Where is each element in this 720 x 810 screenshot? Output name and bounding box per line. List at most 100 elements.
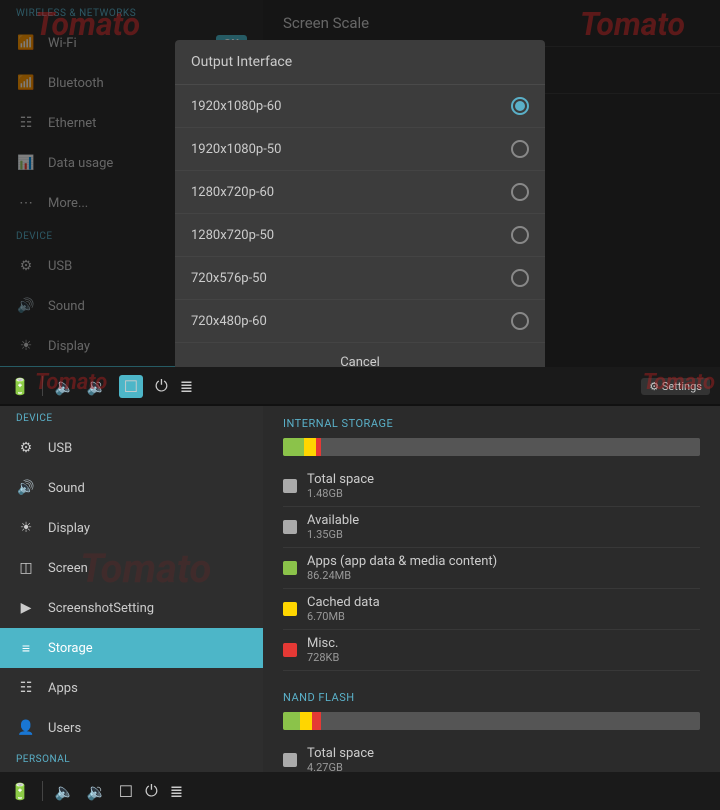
users-label: Users (48, 721, 81, 736)
storage-info-cached: Cached data 6.70MB (307, 595, 700, 623)
sidebar-item-sound-bottom[interactable]: 🔊 Sound (0, 468, 263, 508)
power-icon-bottom[interactable]: ⏻ (145, 781, 158, 801)
dialog-option-4[interactable]: 720x576p-50 (175, 257, 545, 300)
bottom-sidebar: DEVICE ⚙ USB 🔊 Sound ☀ Display ◫ Screen … (0, 405, 263, 810)
internal-storage-bar (283, 438, 700, 456)
radio-5[interactable] (511, 312, 529, 330)
radio-2[interactable] (511, 183, 529, 201)
storage-row-cached: Cached data 6.70MB (283, 589, 700, 630)
taskbar-top: 🔋 🔈 🔉 ☐ ⏻ ≣ ⚙ Settings (0, 367, 720, 405)
storage-value-available: 1.35GB (307, 528, 700, 541)
storage-row-apps: Apps (app data & media content) 86.24MB (283, 548, 700, 589)
nand-bar-free (321, 712, 700, 730)
taskbar-bottom: 🔋 🔈 🔉 ☐ ⏻ ≣ (0, 772, 720, 810)
sidebar-item-storage-bottom[interactable]: ≡ Storage (0, 628, 263, 668)
dialog-option-label-0: 1920x1080p-60 (191, 99, 281, 114)
storage-row-available: Available 1.35GB (283, 507, 700, 548)
storage-value-cached: 6.70MB (307, 610, 700, 623)
storage-info-available: Available 1.35GB (307, 513, 700, 541)
dialog-option-label-5: 720x480p-60 (191, 314, 267, 329)
sidebar-item-screenshot-bottom[interactable]: ▶ ScreenshotSetting (0, 588, 263, 628)
storage-name-cached: Cached data (307, 595, 700, 610)
volume-down-icon-bottom[interactable]: 🔈 (55, 782, 75, 801)
bottom-main: INTERNAL STORAGE Total space 1.48GB Avai… (263, 405, 720, 810)
dialog-option-label-1: 1920x1080p-50 (191, 142, 281, 157)
color-misc (283, 643, 297, 657)
dialog-title: Output Interface (175, 40, 545, 85)
storage-name-total: Total space (307, 472, 700, 487)
nand-bar-misc (312, 712, 320, 730)
users-icon: 👤 (16, 718, 36, 738)
screenshot-label-bottom: ScreenshotSetting (48, 601, 154, 616)
settings-button-top[interactable]: ⚙ Settings (641, 378, 710, 395)
volume-up-icon-bottom[interactable]: 🔉 (87, 782, 107, 801)
bottom-panel: Tomato DEVICE ⚙ USB 🔊 Sound ☀ Display ◫ … (0, 405, 720, 810)
radio-0[interactable] (511, 97, 529, 115)
battery-icon-bottom: 🔋 (10, 782, 30, 801)
divider-bottom-1 (42, 781, 43, 801)
dialog-overlay: Output Interface 1920x1080p-60 1920x1080… (0, 0, 720, 405)
bar-free (321, 438, 700, 456)
storage-row-total: Total space 1.48GB (283, 466, 700, 507)
storage-value-apps: 86.24MB (307, 569, 700, 582)
display-label-bottom: Display (48, 521, 90, 536)
sidebar-item-users[interactable]: 👤 Users (0, 708, 263, 748)
nand-storage-bar (283, 712, 700, 730)
sidebar-item-display-bottom[interactable]: ☀ Display (0, 508, 263, 548)
color-available (283, 520, 297, 534)
usb-label-bottom: USB (48, 441, 72, 456)
dialog-option-5[interactable]: 720x480p-60 (175, 300, 545, 343)
display-icon-bottom: ☀ (16, 518, 36, 538)
storage-row-misc: Misc. 728KB (283, 630, 700, 671)
radio-4[interactable] (511, 269, 529, 287)
nand-storage-name-total: Total space (307, 746, 700, 761)
nand-bar-cached (300, 712, 313, 730)
storage-name-apps: Apps (app data & media content) (307, 554, 700, 569)
sidebar-item-usb-bottom[interactable]: ⚙ USB (0, 428, 263, 468)
bar-cached (304, 438, 317, 456)
top-panel: Tomato Tomato Tomato Tomato WIRELESS & N… (0, 0, 720, 405)
volume-up-icon-top[interactable]: 🔉 (87, 377, 107, 396)
divider-1 (42, 376, 43, 396)
sidebar-item-apps[interactable]: ☷ Apps (0, 668, 263, 708)
color-apps (283, 561, 297, 575)
storage-name-available: Available (307, 513, 700, 528)
storage-icon-bottom: ≡ (16, 638, 36, 658)
bar-apps (283, 438, 304, 456)
menu-icon-bottom[interactable]: ≣ (170, 782, 183, 801)
storage-info-apps: Apps (app data & media content) 86.24MB (307, 554, 700, 582)
menu-icon-top[interactable]: ≣ (180, 377, 193, 396)
section-personal: PERSONAL (0, 748, 263, 769)
screenshot-icon-bottom: ▶ (16, 598, 36, 618)
color-cached (283, 602, 297, 616)
dialog-option-2[interactable]: 1280x720p-60 (175, 171, 545, 214)
storage-info-total: Total space 1.48GB (307, 472, 700, 500)
nand-color-total (283, 753, 297, 767)
output-interface-dialog: Output Interface 1920x1080p-60 1920x1080… (175, 40, 545, 382)
sound-icon-bottom: 🔊 (16, 478, 36, 498)
storage-name-misc: Misc. (307, 636, 700, 651)
dialog-option-0[interactable]: 1920x1080p-60 (175, 85, 545, 128)
volume-down-icon-top[interactable]: 🔈 (55, 377, 75, 396)
dialog-option-label-3: 1280x720p-50 (191, 228, 274, 243)
nand-storage-info-total: Total space 4.27GB (307, 746, 700, 774)
screen-icon-side-bottom: ◫ (16, 558, 36, 578)
battery-icon-top: 🔋 (10, 377, 30, 396)
screen-taskbar-icon-top[interactable]: ☐ (119, 375, 143, 398)
dialog-option-1[interactable]: 1920x1080p-50 (175, 128, 545, 171)
nand-flash-title: NAND FLASH (283, 691, 700, 704)
internal-storage-title: INTERNAL STORAGE (283, 417, 700, 430)
dialog-option-3[interactable]: 1280x720p-50 (175, 214, 545, 257)
dialog-option-label-4: 720x576p-50 (191, 271, 267, 286)
screen-taskbar-icon-bottom[interactable]: ☐ (119, 782, 133, 801)
power-icon-top[interactable]: ⏻ (155, 376, 168, 396)
dialog-option-label-2: 1280x720p-60 (191, 185, 274, 200)
storage-label-bottom: Storage (48, 641, 93, 656)
radio-3[interactable] (511, 226, 529, 244)
apps-icon: ☷ (16, 678, 36, 698)
storage-value-misc: 728KB (307, 651, 700, 664)
internal-storage-section: INTERNAL STORAGE Total space 1.48GB Avai… (263, 405, 720, 679)
sidebar-item-screen-bottom[interactable]: ◫ Screen (0, 548, 263, 588)
section-device-bottom: DEVICE (0, 405, 263, 428)
radio-1[interactable] (511, 140, 529, 158)
